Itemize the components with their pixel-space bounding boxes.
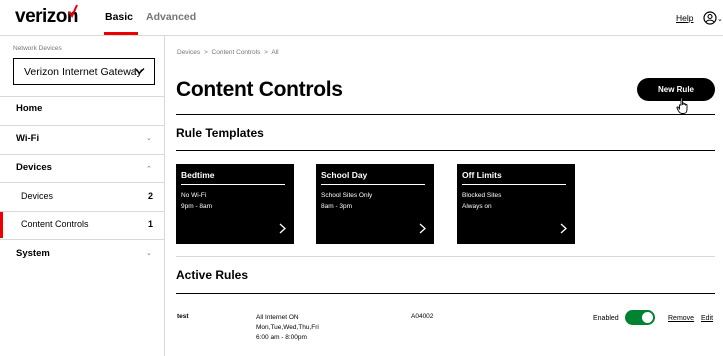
template-title: School Day (321, 170, 368, 180)
template-divider (462, 184, 566, 185)
remove-rule-link[interactable]: Remove (668, 315, 694, 322)
page-title: Content Controls (176, 78, 343, 101)
chevron-right-icon (419, 223, 426, 234)
sidebar-divider (0, 125, 164, 126)
rule-days: Mon,Tue,Wed,Thu,Fri (256, 324, 319, 331)
verizon-check-icon (68, 4, 78, 18)
breadcrumb-devices[interactable]: Devices (177, 49, 200, 56)
sidebar-item-system[interactable]: System (16, 248, 50, 259)
chevron-right-icon (279, 223, 286, 234)
rule-name: test (177, 313, 189, 320)
sidebar-item-home[interactable]: Home (16, 103, 42, 114)
section-divider (176, 293, 715, 294)
title-divider (176, 114, 715, 115)
template-schedule: Always on (462, 203, 492, 210)
template-description: Blocked Sites (462, 192, 502, 199)
top-bar: verizon Basic Advanced Help ⌄ (0, 0, 723, 36)
breadcrumb-separator: > (203, 49, 208, 56)
template-title: Off Limits (462, 170, 502, 180)
devices-count-badge: 2 (148, 191, 154, 201)
sidebar: Network Devices Verizon Internet Gateway… (0, 36, 165, 356)
sidebar-item-devices[interactable]: Devices (16, 162, 52, 173)
sidebar-divider (0, 154, 164, 155)
rule-enabled-toggle[interactable] (625, 310, 655, 325)
network-device-select[interactable]: Verizon Internet Gateway (13, 58, 155, 85)
chevron-down-icon[interactable]: ⌄ (717, 15, 723, 23)
breadcrumb-content-controls[interactable]: Content Controls (212, 49, 261, 56)
sidebar-subitem-devices[interactable]: Devices (21, 191, 53, 201)
section-divider (176, 150, 715, 151)
template-description: School Sites Only (321, 192, 373, 199)
rule-time: 6:00 am - 8:00pm (256, 334, 307, 341)
chevron-right-icon (560, 223, 567, 234)
active-rules-title: Active Rules (176, 268, 249, 282)
rule-access: All Internet ON (256, 314, 299, 321)
template-divider (181, 184, 285, 185)
chevron-up-icon[interactable]: ⌃ (146, 165, 152, 173)
active-tab-indicator (104, 32, 138, 35)
template-card-off-limits[interactable]: Off Limits Blocked Sites Always on (457, 164, 575, 244)
rule-status-label: Enabled (593, 315, 619, 322)
sidebar-divider (0, 96, 164, 97)
help-link[interactable]: Help (676, 13, 693, 23)
section-divider (176, 256, 715, 257)
template-schedule: 9pm - 8am (181, 203, 213, 210)
template-schedule: 8am - 3pm (321, 203, 353, 210)
breadcrumb: Devices > Content Controls > All (177, 49, 281, 56)
content-controls-count-badge: 1 (148, 219, 154, 229)
network-devices-label: Network Devices (13, 45, 62, 52)
tab-advanced[interactable]: Advanced (146, 11, 196, 23)
chevron-down-icon (134, 68, 145, 74)
active-item-indicator (0, 212, 3, 238)
template-card-bedtime[interactable]: Bedtime No Wi-Fi 9pm - 8am (176, 164, 294, 244)
template-title: Bedtime (181, 170, 215, 180)
sidebar-item-wifi[interactable]: Wi-Fi (16, 133, 39, 144)
tab-basic[interactable]: Basic (105, 11, 133, 23)
sidebar-divider (0, 239, 164, 240)
selected-device-label: Verizon Internet Gateway (24, 65, 142, 78)
breadcrumb-separator: > (264, 49, 268, 56)
breadcrumb-all: All (271, 49, 279, 56)
edit-rule-link[interactable]: Edit (701, 315, 713, 322)
template-card-school-day[interactable]: School Day School Sites Only 8am - 3pm (316, 164, 434, 244)
toggle-knob (641, 311, 654, 324)
chevron-down-icon[interactable]: ⌄ (146, 249, 152, 257)
rule-code: A04002 (411, 313, 434, 320)
sidebar-divider (0, 211, 164, 212)
template-description: No Wi-Fi (181, 192, 207, 199)
sidebar-subitem-content-controls[interactable]: Content Controls (21, 219, 89, 229)
chevron-down-icon[interactable]: ⌄ (146, 134, 152, 142)
rule-templates-title: Rule Templates (176, 126, 264, 140)
template-divider (321, 184, 425, 185)
user-account-icon[interactable] (703, 11, 717, 25)
sidebar-divider (0, 182, 164, 183)
hand-cursor-icon (676, 97, 688, 114)
rule-details: All Internet ON Mon,Tue,Wed,Thu,Fri 6:00… (256, 313, 319, 343)
